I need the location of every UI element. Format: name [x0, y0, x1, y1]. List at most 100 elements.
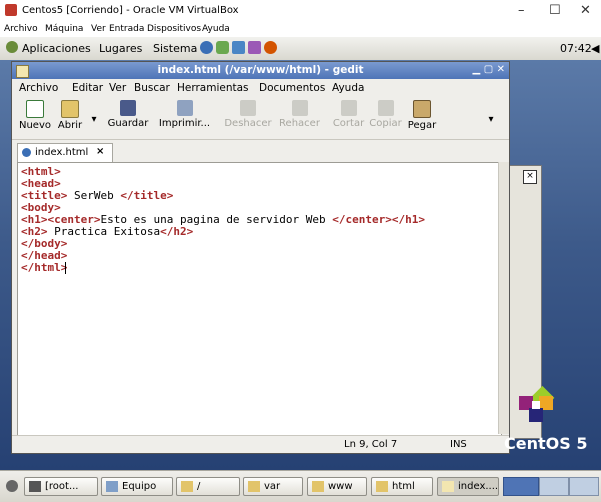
undo-button[interactable]: Deshacer — [223, 100, 273, 129]
copy-icon — [377, 100, 394, 116]
panel-menu-sistema[interactable]: Sistema — [153, 42, 197, 55]
open-button-label: Abrir — [57, 120, 83, 131]
update-icon[interactable] — [264, 41, 277, 54]
undo-button-label: Deshacer — [224, 118, 272, 129]
folder-icon — [61, 100, 79, 118]
save-button-label: Guardar — [107, 118, 149, 129]
paste-button-label: Pegar — [407, 120, 437, 131]
text-cursor — [65, 262, 66, 274]
web-browser-icon[interactable] — [200, 41, 213, 54]
vbox-title-bar: Centos5 [Corriendo] - Oracle VM VirtualB… — [0, 0, 601, 22]
open-dropdown[interactable]: ▾ — [89, 114, 99, 125]
cut-button[interactable]: Cortar — [332, 100, 365, 129]
save-button[interactable]: Guardar — [106, 100, 150, 129]
gnome-top-panel: Aplicaciones Lugares Sistema 07:42 ◀ — [0, 37, 601, 61]
terminal-icon — [29, 481, 41, 492]
save-icon — [120, 100, 136, 116]
virtualbox-icon — [5, 4, 17, 16]
taskbar-item-terminal[interactable]: [root... — [24, 477, 98, 496]
copy-button-label: Copiar — [369, 118, 402, 129]
insert-mode: INS — [450, 439, 467, 450]
redo-icon — [291, 100, 308, 116]
panel-menu-aplicaciones[interactable]: Aplicaciones — [22, 42, 91, 55]
taskbar-item-html[interactable]: html — [371, 477, 433, 496]
code-line: </html> — [21, 261, 68, 274]
chevron-down-icon: ▾ — [488, 114, 494, 125]
workspace-2[interactable] — [539, 477, 569, 496]
close-icon[interactable]: × — [523, 170, 537, 184]
toolbar-overflow[interactable]: ▾ — [486, 114, 496, 125]
taskbar-item-equipo[interactable]: Equipo — [101, 477, 173, 496]
menu-archivo[interactable]: Archivo — [19, 82, 58, 94]
status-bar: Ln 9, Col 7 INS — [12, 435, 509, 453]
tab-close-icon[interactable]: × — [96, 146, 104, 157]
folder-icon — [312, 481, 324, 492]
printer-icon — [176, 100, 193, 116]
taskbar-item-var[interactable]: var — [243, 477, 303, 496]
notes-icon[interactable] — [248, 41, 261, 54]
show-desktop-icon[interactable] — [6, 480, 18, 492]
copy-button[interactable]: Copiar — [368, 100, 403, 129]
menu-ver[interactable]: Ver — [109, 82, 126, 94]
workspace-3[interactable] — [569, 477, 599, 496]
vertical-scrollbar[interactable] — [498, 162, 509, 434]
vbox-menu-maquina[interactable]: Máquina — [45, 24, 83, 34]
computer-icon — [106, 481, 118, 492]
taskbar-item-gedit[interactable]: index.... — [437, 477, 499, 496]
vbox-menu-dispositivos[interactable]: Dispositivos — [147, 24, 201, 34]
new-button-label: Nuevo — [18, 120, 51, 131]
redo-button-label: Rehacer — [279, 118, 320, 129]
centos-logo-icon — [519, 385, 555, 422]
minimize-icon[interactable]: – — [518, 3, 525, 18]
scissors-icon — [340, 100, 357, 116]
chevron-down-icon: ▾ — [91, 114, 97, 125]
cursor-position: Ln 9, Col 7 — [344, 439, 398, 450]
volume-icon[interactable]: ◀ — [591, 42, 599, 55]
web-document-icon — [22, 148, 31, 157]
window-controls-icon[interactable]: ▁ ▢ ✕ — [473, 64, 505, 75]
vbox-menu-bar: Archivo Máquina Ver Entrada Dispositivos… — [0, 22, 601, 37]
taskbar-item-www[interactable]: www — [307, 477, 367, 496]
taskbar-item-root[interactable]: / — [176, 477, 240, 496]
clipboard-icon — [413, 100, 431, 118]
cut-button-label: Cortar — [332, 118, 365, 129]
text-editor[interactable]: <html> <head> <title> SerWeb </title> <b… — [17, 162, 502, 436]
print-button[interactable]: Imprimir... — [157, 100, 212, 129]
vbox-menu-ver[interactable]: Ver — [91, 24, 106, 34]
menu-buscar[interactable]: Buscar — [134, 82, 170, 94]
terminal-icon[interactable] — [232, 41, 245, 54]
menu-documentos[interactable]: Documentos — [259, 82, 325, 94]
open-button[interactable]: Abrir — [56, 100, 84, 131]
vbox-menu-ayuda[interactable]: Ayuda — [202, 24, 230, 34]
tab-index-html[interactable]: index.html × — [17, 143, 113, 163]
gnome-bottom-panel: [root... Equipo / var www html index.... — [0, 470, 601, 502]
print-button-label: Imprimir... — [158, 118, 211, 129]
panel-clock[interactable]: 07:42 — [560, 42, 592, 55]
paste-button[interactable]: Pegar — [407, 100, 437, 131]
undo-icon — [240, 100, 256, 116]
menu-herramientas[interactable]: Herramientas — [177, 82, 249, 94]
menu-ayuda[interactable]: Ayuda — [332, 82, 364, 94]
new-document-icon — [26, 100, 44, 118]
vbox-menu-entrada[interactable]: Entrada — [109, 24, 144, 34]
menu-editar[interactable]: Editar — [72, 82, 103, 94]
redo-button[interactable]: Rehacer — [277, 100, 322, 129]
close-icon[interactable]: ✕ — [580, 3, 591, 18]
gedit-window: index.html (/var/www/html) - gedit ▁ ▢ ✕… — [11, 61, 510, 454]
guest-desktop: Aplicaciones Lugares Sistema 07:42 ◀ × i… — [0, 37, 601, 502]
folder-icon — [376, 481, 388, 492]
centos-logo-text: CentOS 5 — [504, 434, 588, 453]
vbox-menu-archivo[interactable]: Archivo — [4, 24, 38, 34]
maximize-icon[interactable]: ☐ — [549, 3, 561, 18]
tab-label: index.html — [35, 147, 89, 158]
gedit-toolbar: Nuevo Abrir ▾ Guardar Imprimir... Deshac… — [12, 98, 509, 140]
folder-icon — [181, 481, 193, 492]
panel-menu-lugares[interactable]: Lugares — [99, 42, 142, 55]
workspace-1[interactable] — [503, 477, 539, 496]
vbox-window-title: Centos5 [Corriendo] - Oracle VM VirtualB… — [22, 5, 239, 16]
foot-icon — [6, 41, 18, 53]
new-button[interactable]: Nuevo — [18, 100, 52, 131]
email-icon[interactable] — [216, 41, 229, 54]
text-editor-icon — [442, 481, 454, 492]
gedit-title-bar[interactable]: index.html (/var/www/html) - gedit ▁ ▢ ✕ — [12, 62, 509, 79]
